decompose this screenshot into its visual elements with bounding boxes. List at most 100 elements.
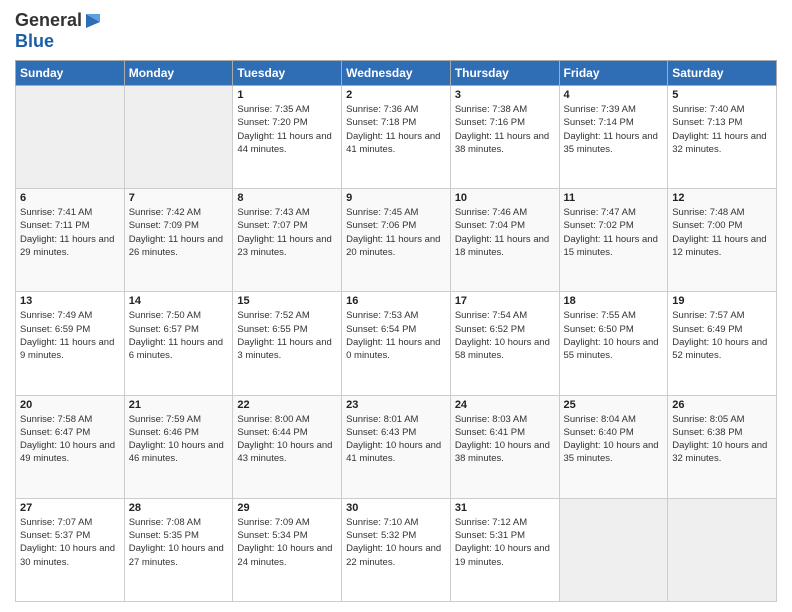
day-number: 15 xyxy=(237,295,337,307)
calendar-header-friday: Friday xyxy=(559,61,668,86)
calendar-cell: 10 Sunrise: 7:46 AM Sunset: 7:04 PM Dayli… xyxy=(450,189,559,292)
day-info: Sunrise: 7:55 AM Sunset: 6:50 PM Dayligh… xyxy=(564,309,664,362)
day-number: 11 xyxy=(564,192,664,204)
calendar-week-row: 20 Sunrise: 7:58 AM Sunset: 6:47 PM Dayli… xyxy=(16,395,777,498)
day-info: Sunrise: 8:03 AM Sunset: 6:41 PM Dayligh… xyxy=(455,413,555,466)
day-info: Sunrise: 7:41 AM Sunset: 7:11 PM Dayligh… xyxy=(20,206,120,259)
calendar-cell: 21 Sunrise: 7:59 AM Sunset: 6:46 PM Dayli… xyxy=(124,395,233,498)
calendar-cell: 20 Sunrise: 7:58 AM Sunset: 6:47 PM Dayli… xyxy=(16,395,125,498)
day-number: 21 xyxy=(129,399,229,411)
day-number: 2 xyxy=(346,89,446,101)
calendar-cell: 12Sunrise: 7:48 AM Sunset: 7:00 PM Dayli… xyxy=(668,189,777,292)
calendar-week-row: 6 Sunrise: 7:41 AM Sunset: 7:11 PM Daylig… xyxy=(16,189,777,292)
day-info: Sunrise: 7:54 AM Sunset: 6:52 PM Dayligh… xyxy=(455,309,555,362)
day-info: Sunrise: 7:08 AM Sunset: 5:35 PM Dayligh… xyxy=(129,516,229,569)
day-number: 20 xyxy=(20,399,120,411)
calendar-header-sunday: Sunday xyxy=(16,61,125,86)
calendar-cell: 5 Sunrise: 7:40 AM Sunset: 7:13 PM Daylig… xyxy=(668,86,777,189)
calendar-cell: 28 Sunrise: 7:08 AM Sunset: 5:35 PM Dayli… xyxy=(124,498,233,601)
day-info: Sunrise: 7:07 AM Sunset: 5:37 PM Dayligh… xyxy=(20,516,120,569)
calendar-cell xyxy=(16,86,125,189)
calendar-cell: 9 Sunrise: 7:45 AM Sunset: 7:06 PM Daylig… xyxy=(342,189,451,292)
day-number: 9 xyxy=(346,192,446,204)
calendar-cell: 25 Sunrise: 8:04 AM Sunset: 6:40 PM Dayli… xyxy=(559,395,668,498)
day-number: 23 xyxy=(346,399,446,411)
day-info: Sunrise: 7:46 AM Sunset: 7:04 PM Dayligh… xyxy=(455,206,555,259)
day-info: Sunrise: 7:40 AM Sunset: 7:13 PM Dayligh… xyxy=(672,103,772,156)
day-info: Sunrise: 7:50 AM Sunset: 6:57 PM Dayligh… xyxy=(129,309,229,362)
day-number: 26 xyxy=(672,399,772,411)
logo-general: General xyxy=(15,10,82,31)
day-number: 14 xyxy=(129,295,229,307)
calendar-week-row: 1Sunrise: 7:35 AM Sunset: 7:20 PM Daylig… xyxy=(16,86,777,189)
day-info: Sunrise: 7:38 AM Sunset: 7:16 PM Dayligh… xyxy=(455,103,555,156)
day-number: 3 xyxy=(455,89,555,101)
day-number: 25 xyxy=(564,399,664,411)
day-number: 28 xyxy=(129,502,229,514)
calendar-cell: 22Sunrise: 8:00 AM Sunset: 6:44 PM Dayli… xyxy=(233,395,342,498)
header: GeneralBlue xyxy=(15,10,777,52)
day-number: 4 xyxy=(564,89,664,101)
day-info: Sunrise: 7:52 AM Sunset: 6:55 PM Dayligh… xyxy=(237,309,337,362)
calendar-cell xyxy=(124,86,233,189)
day-info: Sunrise: 7:49 AM Sunset: 6:59 PM Dayligh… xyxy=(20,309,120,362)
day-number: 30 xyxy=(346,502,446,514)
calendar-cell: 2 Sunrise: 7:36 AM Sunset: 7:18 PM Daylig… xyxy=(342,86,451,189)
calendar-cell: 7Sunrise: 7:42 AM Sunset: 7:09 PM Daylig… xyxy=(124,189,233,292)
calendar-header-saturday: Saturday xyxy=(668,61,777,86)
day-number: 8 xyxy=(237,192,337,204)
logo: GeneralBlue xyxy=(15,10,104,52)
calendar-cell: 4 Sunrise: 7:39 AM Sunset: 7:14 PM Daylig… xyxy=(559,86,668,189)
calendar-cell: 23 Sunrise: 8:01 AM Sunset: 6:43 PM Dayli… xyxy=(342,395,451,498)
day-info: Sunrise: 7:43 AM Sunset: 7:07 PM Dayligh… xyxy=(237,206,337,259)
day-number: 29 xyxy=(237,502,337,514)
day-info: Sunrise: 8:05 AM Sunset: 6:38 PM Dayligh… xyxy=(672,413,772,466)
calendar: SundayMondayTuesdayWednesdayThursdayFrid… xyxy=(15,60,777,602)
calendar-cell: 26 Sunrise: 8:05 AM Sunset: 6:38 PM Dayli… xyxy=(668,395,777,498)
day-info: Sunrise: 7:58 AM Sunset: 6:47 PM Dayligh… xyxy=(20,413,120,466)
day-number: 6 xyxy=(20,192,120,204)
calendar-week-row: 13 Sunrise: 7:49 AM Sunset: 6:59 PM Dayli… xyxy=(16,292,777,395)
day-number: 10 xyxy=(455,192,555,204)
day-info: Sunrise: 7:39 AM Sunset: 7:14 PM Dayligh… xyxy=(564,103,664,156)
calendar-cell: 15 Sunrise: 7:52 AM Sunset: 6:55 PM Dayli… xyxy=(233,292,342,395)
day-info: Sunrise: 7:45 AM Sunset: 7:06 PM Dayligh… xyxy=(346,206,446,259)
day-info: Sunrise: 7:53 AM Sunset: 6:54 PM Dayligh… xyxy=(346,309,446,362)
day-info: Sunrise: 7:12 AM Sunset: 5:31 PM Dayligh… xyxy=(455,516,555,569)
calendar-week-row: 27 Sunrise: 7:07 AM Sunset: 5:37 PM Dayli… xyxy=(16,498,777,601)
calendar-cell: 6 Sunrise: 7:41 AM Sunset: 7:11 PM Daylig… xyxy=(16,189,125,292)
logo-icon xyxy=(82,12,104,30)
day-info: Sunrise: 8:04 AM Sunset: 6:40 PM Dayligh… xyxy=(564,413,664,466)
calendar-cell: 27 Sunrise: 7:07 AM Sunset: 5:37 PM Dayli… xyxy=(16,498,125,601)
calendar-cell: 24 Sunrise: 8:03 AM Sunset: 6:41 PM Dayli… xyxy=(450,395,559,498)
calendar-header-tuesday: Tuesday xyxy=(233,61,342,86)
calendar-cell: 11 Sunrise: 7:47 AM Sunset: 7:02 PM Dayli… xyxy=(559,189,668,292)
calendar-header-monday: Monday xyxy=(124,61,233,86)
calendar-cell: 30Sunrise: 7:10 AM Sunset: 5:32 PM Dayli… xyxy=(342,498,451,601)
day-info: Sunrise: 7:59 AM Sunset: 6:46 PM Dayligh… xyxy=(129,413,229,466)
calendar-cell: 17Sunrise: 7:54 AM Sunset: 6:52 PM Dayli… xyxy=(450,292,559,395)
day-number: 22 xyxy=(237,399,337,411)
calendar-header-wednesday: Wednesday xyxy=(342,61,451,86)
day-number: 5 xyxy=(672,89,772,101)
calendar-cell: 14 Sunrise: 7:50 AM Sunset: 6:57 PM Dayli… xyxy=(124,292,233,395)
calendar-header-thursday: Thursday xyxy=(450,61,559,86)
calendar-cell: 1Sunrise: 7:35 AM Sunset: 7:20 PM Daylig… xyxy=(233,86,342,189)
calendar-header-row: SundayMondayTuesdayWednesdayThursdayFrid… xyxy=(16,61,777,86)
day-number: 13 xyxy=(20,295,120,307)
calendar-cell: 8 Sunrise: 7:43 AM Sunset: 7:07 PM Daylig… xyxy=(233,189,342,292)
logo-blue: Blue xyxy=(15,31,54,51)
calendar-cell: 16 Sunrise: 7:53 AM Sunset: 6:54 PM Dayli… xyxy=(342,292,451,395)
day-info: Sunrise: 7:36 AM Sunset: 7:18 PM Dayligh… xyxy=(346,103,446,156)
calendar-cell xyxy=(668,498,777,601)
day-number: 7 xyxy=(129,192,229,204)
day-number: 27 xyxy=(20,502,120,514)
calendar-cell: 31 Sunrise: 7:12 AM Sunset: 5:31 PM Dayli… xyxy=(450,498,559,601)
day-info: Sunrise: 8:01 AM Sunset: 6:43 PM Dayligh… xyxy=(346,413,446,466)
day-info: Sunrise: 7:47 AM Sunset: 7:02 PM Dayligh… xyxy=(564,206,664,259)
day-number: 24 xyxy=(455,399,555,411)
day-number: 12 xyxy=(672,192,772,204)
day-number: 31 xyxy=(455,502,555,514)
calendar-cell: 13 Sunrise: 7:49 AM Sunset: 6:59 PM Dayli… xyxy=(16,292,125,395)
day-number: 16 xyxy=(346,295,446,307)
